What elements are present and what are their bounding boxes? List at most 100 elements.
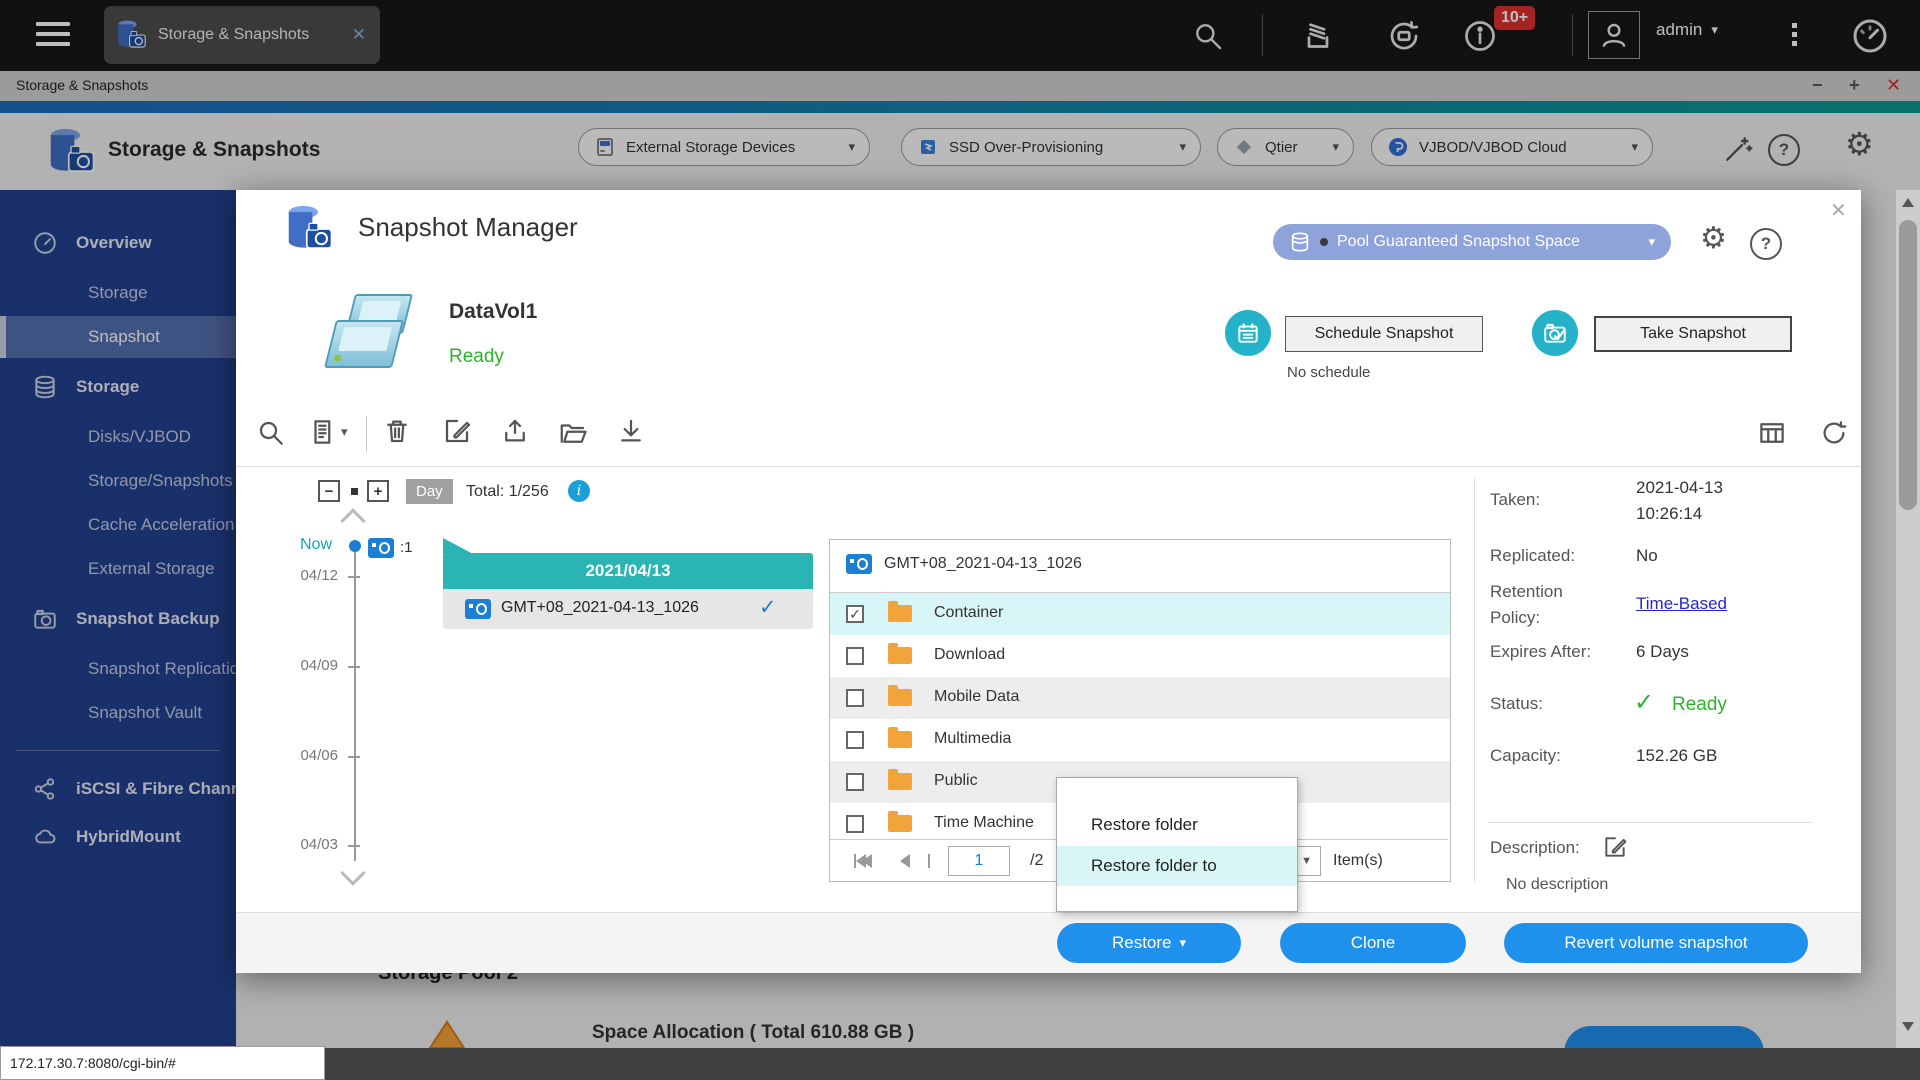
window-maximize-button[interactable]: + [1849, 75, 1860, 96]
schedule-calendar-icon[interactable] [1225, 310, 1271, 356]
timeline-scroll-up-icon[interactable] [340, 508, 366, 534]
window-close-button[interactable]: ✕ [1886, 75, 1901, 96]
user-name-label: admin [1656, 20, 1703, 39]
pool-selector-dropdown[interactable]: Pool Guaranteed Snapshot Space ▾ [1273, 224, 1671, 260]
delete-snapshot-icon[interactable] [382, 416, 412, 446]
checkbox-checked[interactable]: ✓ [846, 605, 864, 623]
restore-button[interactable]: Restore ▾ [1057, 923, 1241, 963]
external-device-sync-icon[interactable] [1386, 18, 1422, 54]
page-number-input[interactable] [948, 846, 1010, 876]
first-page-icon[interactable] [854, 854, 872, 868]
snapshot-manager-icon [288, 205, 333, 249]
checkbox-unchecked[interactable] [846, 731, 864, 749]
window-title: Storage & Snapshots [16, 77, 149, 93]
view-list-dropdown-icon[interactable]: ▾ [308, 416, 348, 448]
checkbox-unchecked[interactable] [846, 689, 864, 707]
restore-download-icon[interactable] [616, 416, 646, 446]
resource-monitor-icon[interactable] [1850, 16, 1890, 56]
menu-ssd-over-provisioning[interactable]: SSD Over-Provisioning ▾ [901, 128, 1201, 166]
menu-qtier[interactable]: Qtier ▾ [1217, 128, 1354, 166]
sidebar-item-storage-snapshots[interactable]: Storage/Snapshots [0, 460, 236, 502]
timeline-scroll-down-icon[interactable] [340, 860, 366, 886]
dialog-close-icon[interactable]: ✕ [1830, 198, 1847, 223]
page-scrollbar[interactable] [1896, 190, 1920, 1048]
user-avatar[interactable] [1588, 11, 1640, 59]
refresh-icon[interactable] [1818, 418, 1850, 448]
sidebar-item-storage-section[interactable]: Storage [0, 366, 236, 408]
checkbox-unchecked[interactable] [846, 815, 864, 833]
sidebar-item-snapshot[interactable]: Snapshot [0, 316, 236, 358]
sidebar-item-overview[interactable]: Overview [0, 222, 236, 264]
prev-page-icon[interactable] [900, 854, 910, 868]
main-menu-button[interactable] [36, 16, 78, 54]
person-icon [1602, 23, 1626, 47]
revert-volume-snapshot-button[interactable]: Revert volume snapshot [1504, 923, 1808, 963]
status-value: Ready [1672, 694, 1727, 715]
menu-item-label: Restore folder to [1091, 856, 1217, 875]
edit-description-icon[interactable] [1602, 834, 1628, 860]
snapshot-card-date[interactable]: 2021/04/13 [443, 553, 813, 589]
menu-external-storage-devices[interactable]: External Storage Devices ▾ [578, 128, 870, 166]
take-snapshot-button[interactable]: Take Snapshot [1594, 316, 1792, 352]
sidebar-item-cache-acceleration[interactable]: Cache Acceleration [0, 504, 236, 546]
sidebar-item-iscsi-fibre[interactable]: iSCSI & Fibre Channel [0, 768, 236, 810]
taken-date-value: 2021-04-13 [1636, 478, 1723, 497]
folder-row-container[interactable]: ✓ Container [830, 593, 1450, 635]
schedule-snapshot-button[interactable]: Schedule Snapshot [1285, 316, 1483, 352]
dialog-help-icon[interactable]: ? [1750, 228, 1782, 260]
info-icon[interactable]: i [568, 480, 590, 502]
timeline-now-dot [349, 540, 361, 552]
global-search-icon[interactable] [1192, 20, 1224, 52]
sidebar-item-disks-vjbod[interactable]: Disks/VJBOD [0, 416, 236, 458]
scrollbar-thumb[interactable] [1899, 220, 1917, 510]
menu-vjbod-cloud[interactable]: VJBOD/VJBOD Cloud ▾ [1371, 128, 1653, 166]
menu-item-restore-folder[interactable]: Restore folder [1057, 805, 1297, 845]
background-allocation-label: Space Allocation ( Total 610.88 GB ) [592, 1022, 915, 1043]
timeline-date-label: 04/12 [300, 567, 338, 584]
app-tab-label: Storage & Snapshots [158, 26, 310, 43]
sidebar-item-hybridmount[interactable]: HybridMount [0, 816, 236, 858]
sidebar-item-snapshot-replication[interactable]: Snapshot Replication [0, 648, 236, 690]
timeline-zoom-in-button[interactable]: + [367, 480, 389, 502]
take-snapshot-camera-icon[interactable] [1532, 310, 1578, 356]
snapshot-search-icon[interactable] [256, 418, 286, 448]
sidebar-item-external-storage[interactable]: External Storage [0, 548, 236, 590]
sidebar-item-storage-sub[interactable]: Storage [0, 272, 236, 314]
sidebar-selection-indicator [0, 316, 6, 358]
volume-status: Ready [449, 346, 504, 367]
snapshot-card[interactable]: GMT+08_2021-04-13_1026 ✓ [443, 589, 813, 629]
app-tab-storage-snapshots[interactable]: Storage & Snapshots ✕ [104, 6, 380, 64]
tab-close-icon[interactable]: ✕ [348, 25, 370, 45]
more-options-icon[interactable] [1792, 19, 1797, 50]
menu-label: External Storage Devices [626, 138, 796, 156]
edit-snapshot-icon[interactable] [442, 416, 472, 446]
notifications-icon[interactable] [1462, 18, 1498, 54]
snapshot-settings-gear-icon[interactable]: ⚙ [1700, 224, 1727, 254]
window-minimize-button[interactable]: − [1812, 75, 1823, 96]
checkbox-unchecked[interactable] [846, 647, 864, 665]
menu-item-label: Restore folder [1091, 815, 1198, 834]
info-glyph: i [576, 483, 582, 499]
retention-policy-link[interactable]: Time-Based [1636, 594, 1727, 614]
timeline-zoom-out-button[interactable]: − [318, 480, 340, 502]
folder-row-download[interactable]: Download [830, 635, 1450, 677]
notification-badge: 10+ [1494, 6, 1536, 30]
checkbox-unchecked[interactable] [846, 773, 864, 791]
help-icon[interactable]: ? [1768, 134, 1800, 166]
calendar-view-icon[interactable] [1756, 418, 1788, 448]
folder-row-multimedia[interactable]: Multimedia [830, 719, 1450, 761]
sidebar-item-snapshot-vault[interactable]: Snapshot Vault [0, 692, 236, 734]
user-menu[interactable]: admin ▾ [1656, 20, 1718, 40]
sidebar-item-snapshot-backup[interactable]: Snapshot Backup [0, 598, 236, 640]
browse-folder-icon[interactable] [556, 418, 590, 448]
background-tasks-icon[interactable] [1300, 18, 1336, 54]
recommended-tools-icon[interactable] [1722, 133, 1754, 165]
timeline-zoom-level-dot [351, 488, 358, 495]
clone-button[interactable]: Clone [1280, 923, 1466, 963]
settings-gear-icon[interactable]: ⚙ [1845, 128, 1874, 160]
menu-item-restore-folder-to[interactable]: Restore folder to [1057, 846, 1297, 886]
scroll-up-arrow[interactable] [1902, 198, 1914, 207]
folder-row-mobile-data[interactable]: Mobile Data [830, 677, 1450, 719]
scroll-down-arrow[interactable] [1902, 1022, 1914, 1031]
export-snapshot-icon[interactable] [500, 416, 530, 446]
